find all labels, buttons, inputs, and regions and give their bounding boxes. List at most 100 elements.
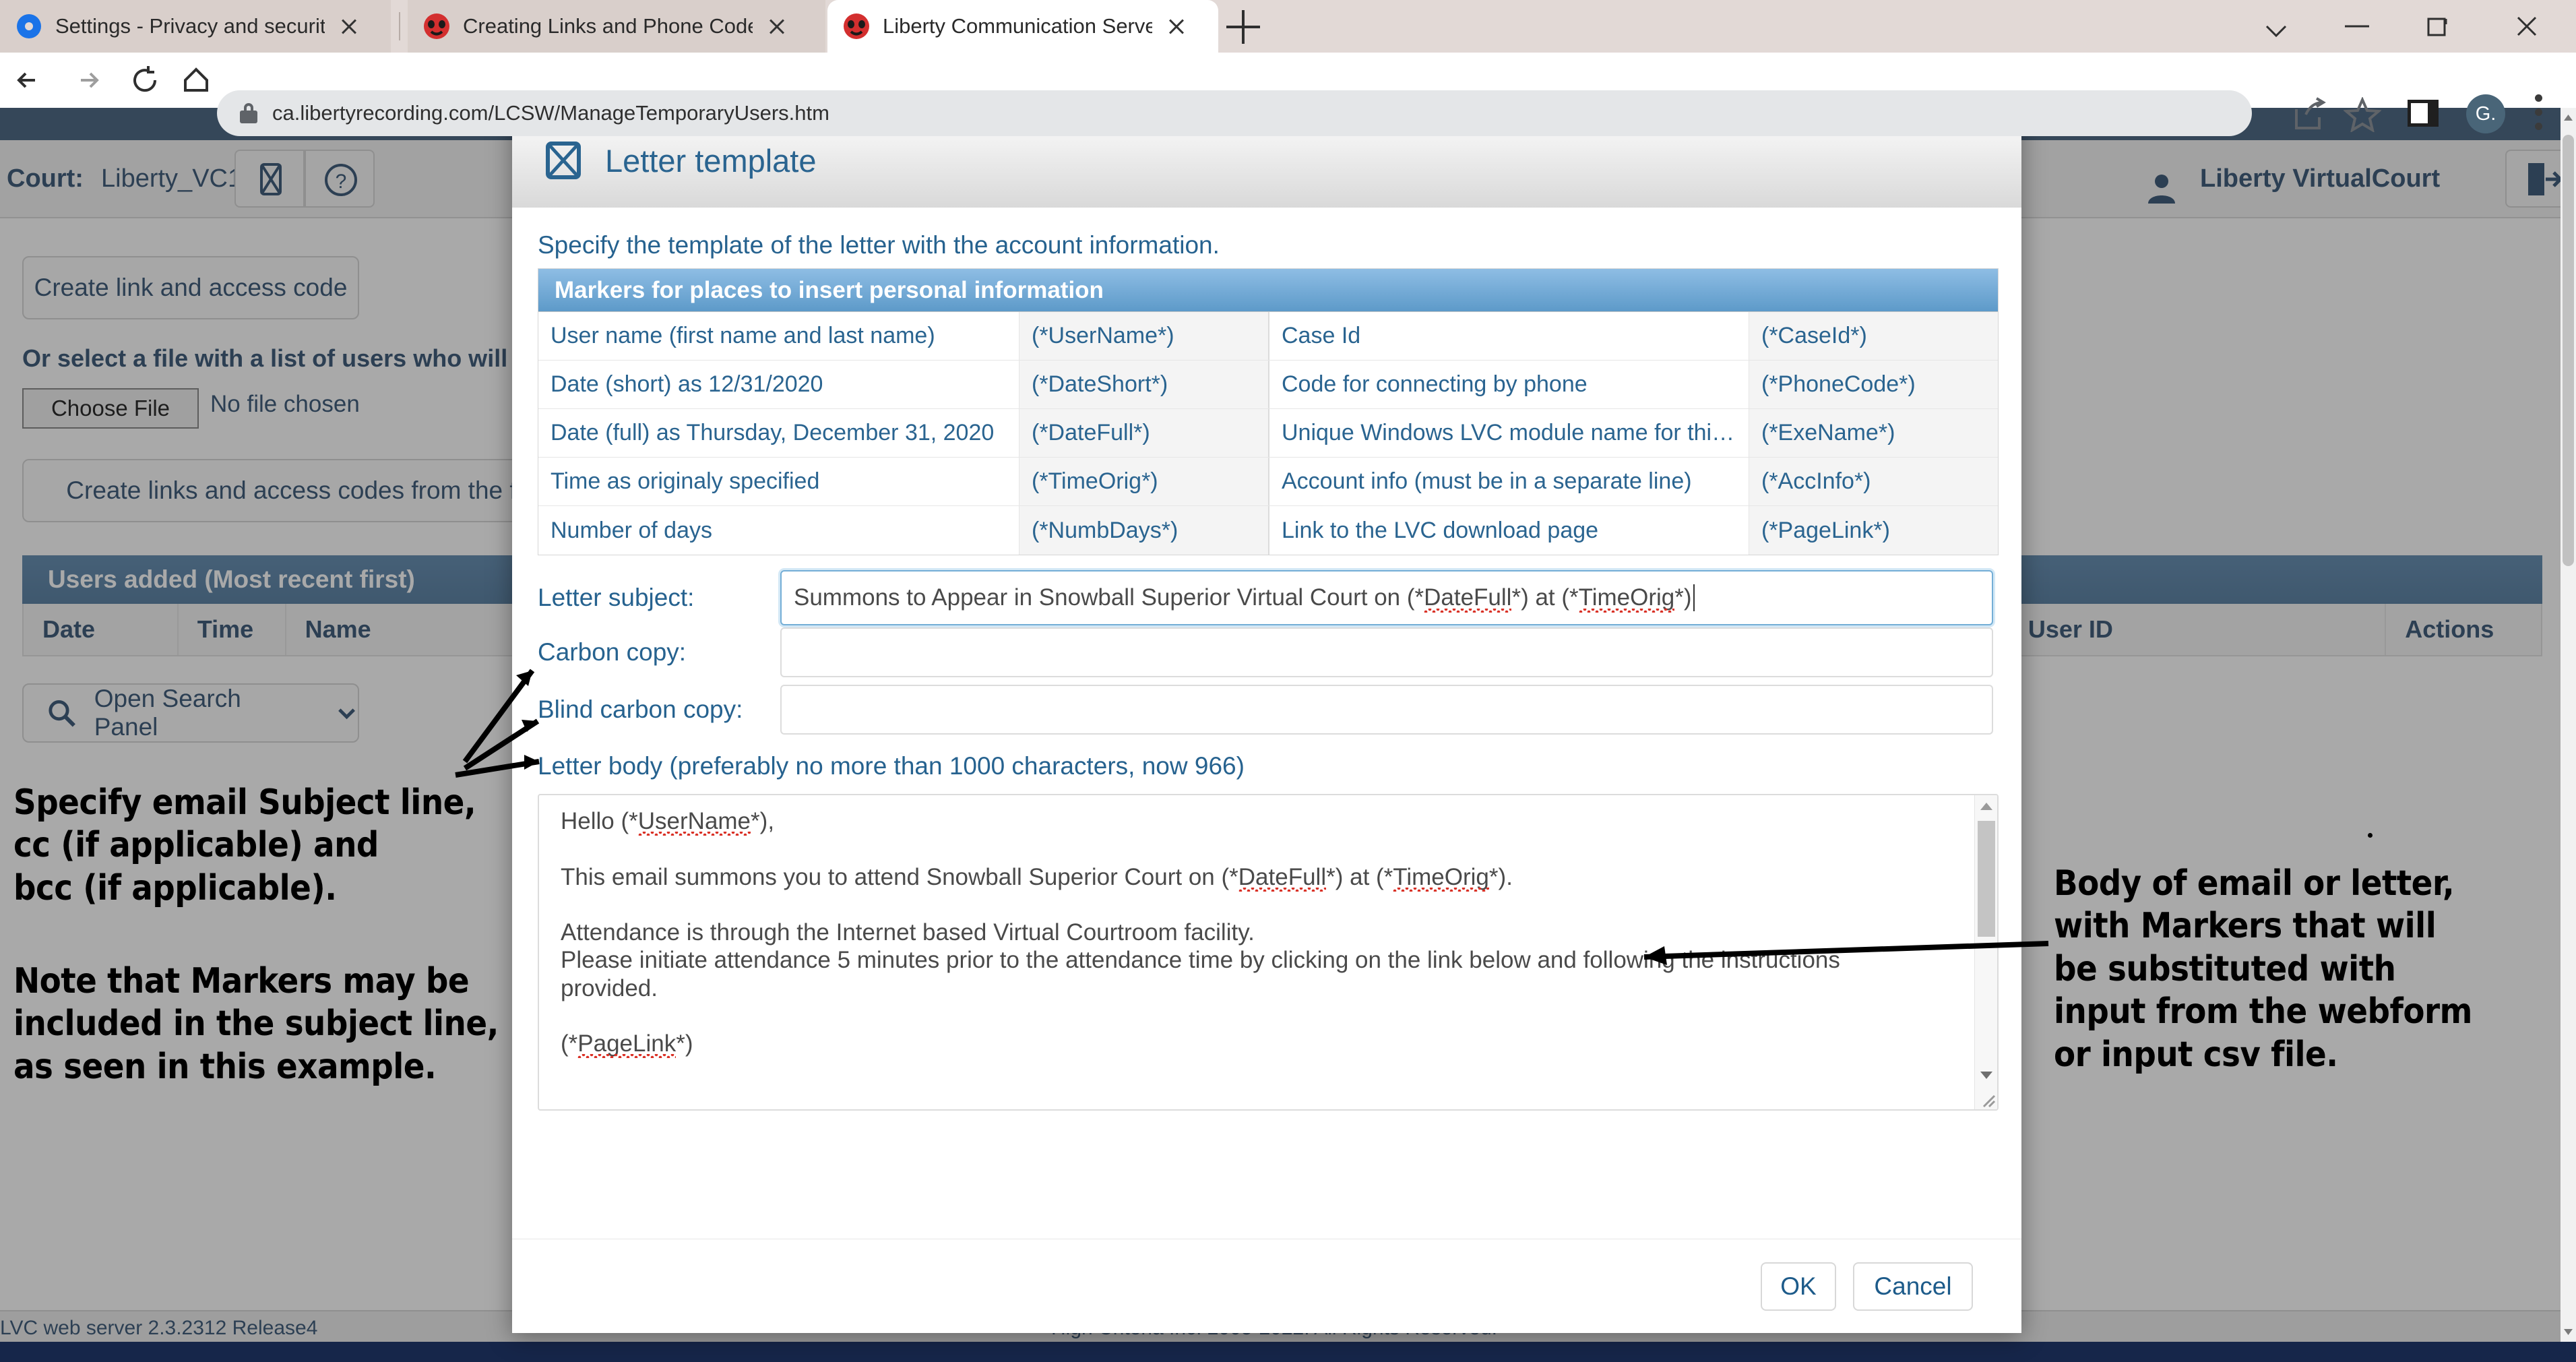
create-link-and-access-code-button[interactable]: Create link and access code [22,256,359,319]
letter-body-scrollbar-thumb[interactable] [1978,821,1995,937]
subject-label: Letter subject: [538,584,695,611]
scroll-up-arrow[interactable] [1975,795,1997,818]
browser-chrome: Settings - Privacy and security Creating… [0,0,2576,136]
new-tab-button[interactable] [1226,9,1261,44]
browser-tab-active[interactable]: Liberty Communication Server [827,0,1218,53]
column-header-date[interactable]: Date [24,604,179,655]
back-button[interactable] [9,61,49,100]
column-header-actions[interactable]: Actions [2386,604,2541,655]
marker-token[interactable]: (*AccInfo*) [1749,458,1998,505]
resize-grip[interactable] [1978,1090,1996,1108]
lock-icon [240,103,257,123]
marker-description: Account info (must be in a separate line… [1268,458,1749,505]
mail-icon-button[interactable] [234,150,305,208]
spellcheck-marker: UserName [637,808,751,834]
column-header-time[interactable]: Time [179,604,286,655]
cancel-button[interactable]: Cancel [1853,1262,1973,1311]
envelope-icon [546,142,581,179]
arrow-right-icon [81,72,99,88]
marker-token[interactable]: (*NumbDays*) [1019,506,1268,555]
share-button[interactable] [2290,97,2330,129]
marker-description: Unique Windows LVC module name for thi… [1268,409,1749,457]
dialog-title: Letter template [605,142,817,179]
create-links-from-file-button[interactable]: Create links and access codes from the f… [22,459,586,522]
ok-button[interactable]: OK [1761,1262,1836,1311]
home-icon [184,67,208,92]
spellcheck-marker: DateFull [1238,863,1327,890]
select-file-note: Or select a file with a list of users wh… [22,344,530,372]
close-icon[interactable] [765,14,789,38]
carbon-copy-row: Carbon copy: [538,627,1993,677]
home-button[interactable] [177,61,216,100]
close-icon[interactable] [337,14,361,38]
page-scrollbar[interactable] [2561,108,2576,1342]
scroll-up-arrow[interactable] [2561,108,2576,128]
avatar[interactable]: G. [2466,94,2505,133]
tab-separator [399,12,400,40]
marker-token[interactable]: (*CaseId*) [1749,312,1998,360]
scroll-down-arrow[interactable] [1975,1063,1997,1086]
user-name-label: Liberty VirtualCourt [2200,164,2441,193]
dialog-body: Specify the template of the letter with … [512,208,2021,1239]
court-label: Court: [7,164,84,193]
table-row: Date (short) as 12/31/2020 (*DateShort*)… [538,361,1998,409]
markers-table: Markers for places to insert personal in… [538,268,1999,555]
dialog-footer: OK Cancel [512,1239,2021,1333]
open-search-panel-button[interactable]: Open Search Panel [22,683,359,743]
footer-version: LVC web server 2.3.2312 Release4 [0,1317,318,1339]
browser-tab[interactable]: Creating Links and Phone Codes [408,0,825,53]
reload-button[interactable] [125,61,164,100]
maximize-icon [2427,18,2447,36]
browser-tabstrip: Settings - Privacy and security Creating… [0,0,2576,53]
column-header-userid[interactable]: User ID [2009,604,2387,655]
three-dots-icon[interactable] [2535,94,2543,133]
letter-template-dialog: Letter template Specify the template of … [512,113,2021,1333]
person-icon [2148,175,2175,204]
spellcheck-marker: PageLink [577,1030,677,1057]
marker-token[interactable]: (*DateShort*) [1019,361,1268,408]
page-scrollbar-thumb[interactable] [2563,135,2574,566]
maximize-button[interactable] [2404,0,2472,53]
tab-search-button[interactable] [2242,0,2310,53]
forward-button[interactable] [67,61,106,100]
marker-token[interactable]: (*DateFull*) [1019,409,1268,457]
logout-icon [2528,163,2561,195]
marker-description: Time as originaly specified [538,458,1019,505]
minimize-button[interactable] [2323,0,2391,53]
scroll-down-arrow[interactable] [2561,1322,2576,1342]
annotation-dot [2368,833,2373,838]
logout-button[interactable] [2505,150,2561,208]
letter-body-scrollbar[interactable] [1974,795,1997,1109]
arrow-left-icon [17,72,35,88]
choose-file-button[interactable]: Choose File [22,388,199,429]
side-panel-button[interactable] [2406,97,2446,129]
subject-input[interactable] [780,570,1993,625]
address-bar[interactable]: ca.libertyrecording.com/LCSW/ManageTempo… [217,90,2252,136]
help-icon-button[interactable]: ? [305,150,375,208]
marker-token[interactable]: (*ExeName*) [1749,409,1998,457]
carbon-copy-label: Carbon copy: [538,638,687,666]
bookmark-button[interactable] [2342,96,2384,133]
svg-text:?: ? [336,171,347,193]
marker-description: Date (short) as 12/31/2020 [538,361,1019,408]
letter-body-label: Letter body (preferably no more than 100… [538,752,1245,780]
letter-body-textarea[interactable]: Hello (*UserName*), This email summons y… [538,794,1999,1111]
marker-token[interactable]: (*TimeOrig*) [1019,458,1268,505]
browser-tab-title: Liberty Communication Server [883,14,1152,38]
marker-token[interactable]: (*PageLink*) [1749,506,1998,555]
share-icon [2295,97,2326,129]
carbon-copy-input[interactable] [780,627,1993,677]
chevron-down-icon [2265,25,2287,38]
close-window-button[interactable] [2493,0,2561,53]
blind-carbon-copy-input[interactable] [780,685,1993,735]
marker-token[interactable]: (*UserName*) [1019,312,1268,360]
marker-token[interactable]: (*PhoneCode*) [1749,361,1998,408]
side-panel-icon [2408,100,2439,127]
markers-table-header: Markers for places to insert personal in… [538,269,1998,312]
marker-description: Date (full) as Thursday, December 31, 20… [538,409,1019,457]
spellcheck-marker: TimeOrig [1393,863,1489,890]
browser-tab[interactable]: Settings - Privacy and security [0,0,391,53]
marker-description: Link to the LVC download page [1268,506,1749,555]
close-icon[interactable] [1164,14,1189,38]
marker-description: Code for connecting by phone [1268,361,1749,408]
